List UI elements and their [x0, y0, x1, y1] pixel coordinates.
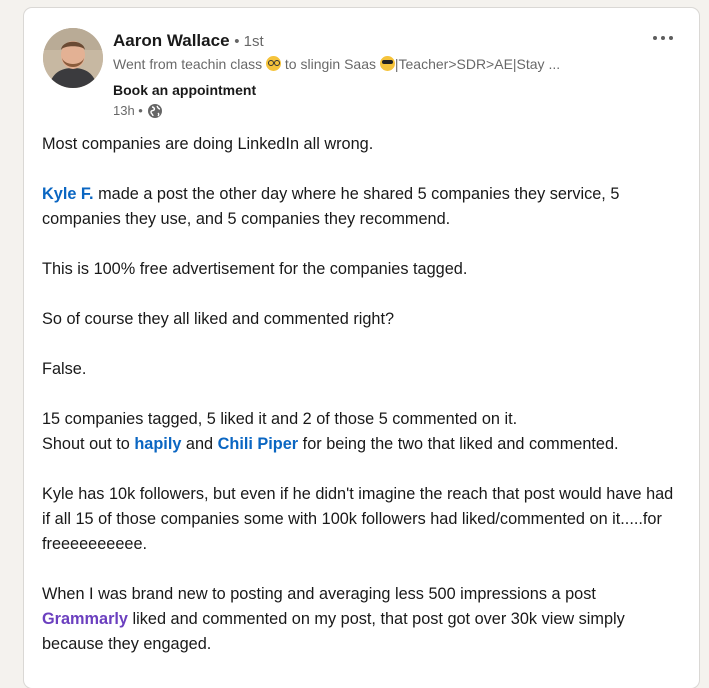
- post-paragraph: Kyle F. made a post the other day where …: [42, 182, 682, 232]
- post-text: made a post the other day where he share…: [42, 185, 620, 228]
- post-text: and: [181, 435, 218, 453]
- mention-grammarly[interactable]: Grammarly: [42, 610, 128, 628]
- post-text: for being the two that liked and comment…: [298, 435, 619, 453]
- headline-part-1: Went from teachin class: [113, 56, 263, 72]
- post-paragraph: 15 companies tagged, 5 liked it and 2 of…: [42, 407, 682, 457]
- post-paragraph: Kyle has 10k followers, but even if he d…: [42, 485, 674, 553]
- avatar[interactable]: [43, 28, 103, 88]
- book-appointment-link[interactable]: Book an appointment: [113, 81, 256, 99]
- post-text: 15 companies tagged, 5 liked it and 2 of…: [42, 410, 518, 428]
- headline-part-3: |Teacher>SDR>AE|Stay ...: [394, 56, 561, 72]
- post-paragraph: False.: [42, 360, 87, 378]
- headline-part-2: to slingin Saas: [284, 56, 376, 72]
- connection-degree: • 1st: [234, 33, 264, 50]
- post-text: Shout out to: [42, 435, 135, 453]
- post-time: 13h •: [113, 103, 143, 118]
- post-meta: 13h •: [113, 102, 163, 120]
- post-text: liked and commented on my post, that pos…: [42, 610, 625, 653]
- more-options-icon[interactable]: [647, 26, 679, 50]
- globe-icon: [147, 103, 163, 119]
- mention-hapily[interactable]: hapily: [134, 435, 181, 453]
- post-text: When I was brand new to posting and aver…: [42, 585, 596, 603]
- author-name[interactable]: Aaron Wallace: [113, 31, 230, 50]
- mention-kyle-f[interactable]: Kyle F.: [42, 185, 94, 203]
- sunglasses-emoji-icon: [379, 56, 395, 71]
- mention-chili-piper[interactable]: Chili Piper: [218, 435, 299, 453]
- post-body: Most companies are doing LinkedIn all wr…: [42, 132, 682, 682]
- author-headline: Went from teachin class to slingin Saas …: [113, 55, 593, 73]
- post-card: Aaron Wallace • 1st Went from teachin cl…: [24, 8, 699, 688]
- post-paragraph: Most companies are doing LinkedIn all wr…: [42, 135, 374, 153]
- nerd-face-emoji-icon: [266, 56, 282, 71]
- post-paragraph: When I was brand new to posting and aver…: [42, 582, 682, 657]
- author-name-line: Aaron Wallace • 1st: [113, 30, 264, 53]
- post-paragraph: This is 100% free advertisement for the …: [42, 260, 468, 278]
- post-paragraph: So of course they all liked and commente…: [42, 310, 395, 328]
